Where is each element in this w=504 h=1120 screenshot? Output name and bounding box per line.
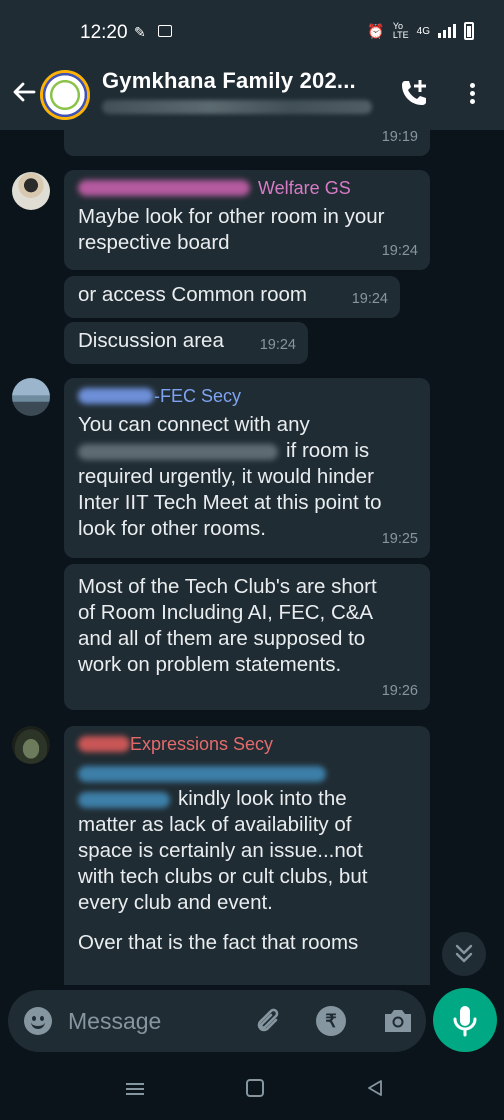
scroll-to-bottom-button[interactable] — [442, 932, 486, 976]
emoji-icon[interactable] — [24, 1007, 52, 1035]
message-line: You can connect with any — [78, 413, 310, 436]
avatar[interactable] — [12, 726, 50, 764]
message-line: and all of them are supposed to — [78, 627, 366, 650]
message-text: Most of the Tech Club's are short of Roo… — [78, 574, 416, 678]
message-line: Over that is the fact that rooms — [78, 931, 359, 954]
sender-name[interactable]: -FEC Secy — [78, 384, 416, 408]
message-time: 19:24 — [381, 243, 418, 259]
group-avatar[interactable] — [40, 70, 90, 120]
redacted-name — [78, 180, 250, 196]
home-icon[interactable] — [246, 1079, 264, 1097]
volte-icon: Yo LTE — [392, 21, 409, 40]
recents-icon[interactable] — [126, 1080, 144, 1098]
nav-back-icon[interactable] — [366, 1079, 384, 1097]
redacted-name — [78, 388, 154, 404]
message-text: kindly look into the matter as lack of a… — [78, 760, 416, 956]
message-bubble[interactable]: -FEC Secy You can connect with any if ro… — [64, 378, 430, 558]
message-time: 19:19 — [381, 130, 418, 145]
status-time: 12:20 — [80, 22, 128, 43]
message-bubble[interactable]: or access Common room 19:24 — [64, 276, 400, 318]
avatar[interactable] — [12, 378, 50, 416]
4g-signal-icon: 4G — [416, 25, 430, 37]
message-line: Most of the Tech Club's are short — [78, 575, 377, 598]
double-chevron-down-icon — [455, 944, 473, 963]
redacted-text — [78, 791, 170, 808]
sender-name[interactable]: Welfare GS — [78, 176, 416, 200]
group-title[interactable]: Gymkhana Family 202... — [102, 68, 356, 94]
message-line: if room is — [78, 438, 416, 464]
signal-icon — [438, 24, 456, 38]
payment-rupee-icon[interactable]: ₹ — [316, 1006, 346, 1036]
voice-record-button[interactable] — [433, 988, 497, 1052]
message-text: Discussion area — [78, 329, 224, 352]
sender-role: Welfare GS — [258, 178, 351, 198]
system-icons: ⏰ Yo LTE 4G — [367, 22, 474, 40]
message-time: 19:25 — [381, 531, 418, 547]
message-bubble[interactable]: Most of the Tech Club's are short of Roo… — [64, 564, 430, 710]
message-bubble[interactable]: Discussion area 19:24 — [64, 322, 308, 364]
message-bubble[interactable]: 19:19 — [64, 130, 430, 156]
sender-role: Expressions Secy — [130, 734, 274, 754]
back-arrow-icon[interactable] — [10, 78, 38, 106]
message-line: work on problem statements. — [78, 653, 342, 676]
message-bubble[interactable]: Welfare GS Maybe look for other room in … — [64, 170, 430, 270]
message-bubble[interactable]: Expressions Secy kindly look into the ma… — [64, 726, 430, 985]
message-line: kindly look into the — [78, 786, 416, 812]
redacted-text — [78, 443, 278, 460]
avatar[interactable] — [12, 172, 50, 210]
message-line: Inter IIT Tech Meet at this point to — [78, 491, 382, 514]
message-time: 19:26 — [381, 683, 418, 699]
message-input[interactable] — [68, 1004, 248, 1038]
message-line: required urgently, it would hinder — [78, 465, 374, 488]
whatsapp-status-icon: ✎ — [134, 24, 150, 40]
battery-icon — [464, 22, 474, 40]
redacted-text — [78, 765, 326, 782]
system-nav-bar — [0, 1060, 504, 1120]
message-line: look for other rooms. — [78, 517, 266, 540]
status-bar: 12:20 ✎ ⏰ Yo LTE 4G — [0, 0, 504, 60]
message-time: 19:24 — [351, 291, 388, 307]
chat-messages[interactable]: 19:19 Welfare GS Maybe look for other ro… — [0, 130, 504, 985]
message-line: space is certainly an issue...not — [78, 839, 363, 862]
microphone-icon — [453, 1006, 477, 1037]
sender-role: -FEC Secy — [154, 386, 242, 406]
outlook-icon — [157, 25, 172, 37]
message-text: Maybe look for other room in your respec… — [78, 205, 385, 254]
message-composer: ₹ — [8, 990, 426, 1052]
message-text: You can connect with any if room is requ… — [78, 412, 416, 542]
message-text: or access Common room — [78, 283, 307, 306]
add-call-icon[interactable] — [398, 77, 430, 109]
sender-name[interactable]: Expressions Secy — [78, 732, 416, 756]
message-line — [78, 760, 416, 786]
message-line: matter as lack of availability of — [78, 813, 352, 836]
more-options-icon[interactable] — [466, 80, 478, 110]
notification-icons: ✎ — [134, 24, 172, 41]
redacted-name — [78, 736, 130, 752]
attach-icon[interactable] — [254, 1005, 284, 1037]
group-members-subtitle[interactable] — [102, 100, 372, 114]
alarm-icon: ⏰ — [367, 22, 385, 39]
message-line: of Room Including AI, FEC, C&A — [78, 601, 374, 624]
message-line: with tech clubs or cult clubs, but — [78, 865, 368, 888]
message-time: 19:24 — [259, 337, 296, 353]
camera-icon[interactable] — [382, 1006, 414, 1036]
message-line: every club and event. — [78, 891, 273, 914]
chat-header: Gymkhana Family 202... — [0, 60, 504, 130]
